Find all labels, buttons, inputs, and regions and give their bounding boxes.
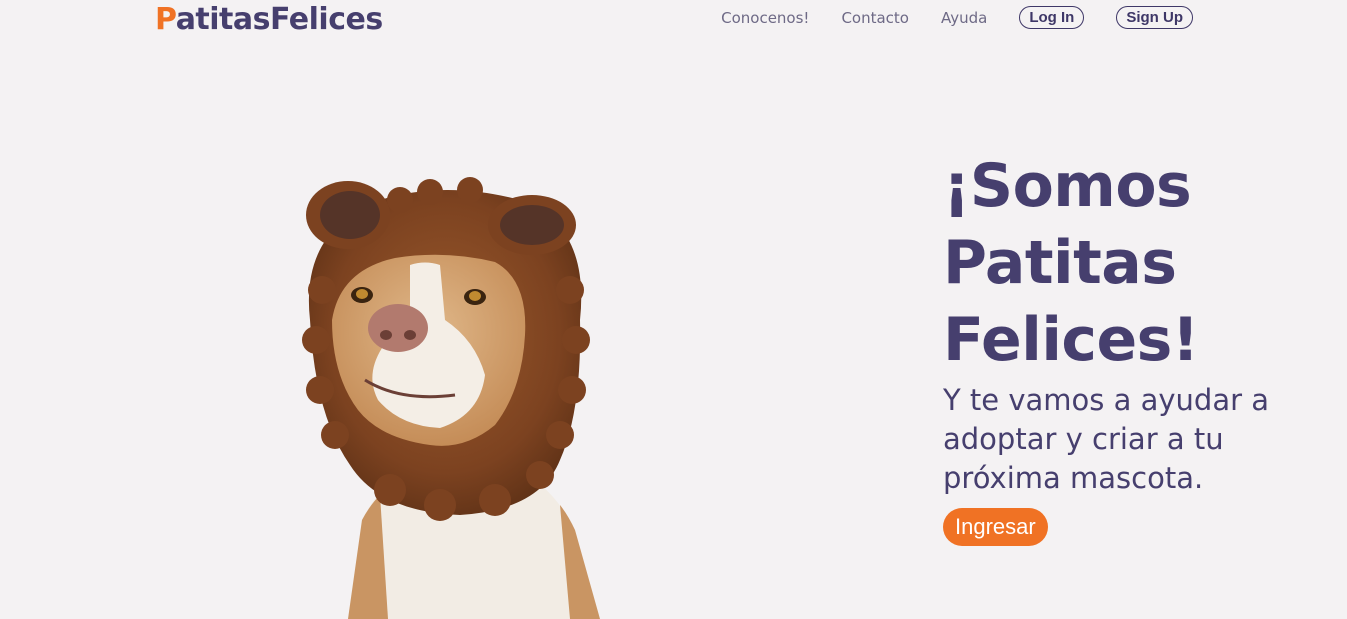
top-nav: Conocenos! Contacto Ayuda Log In Sign Up: [721, 6, 1193, 29]
hero-title-line: Felices!: [943, 305, 1199, 375]
dog-in-bear-hood-image: [302, 177, 600, 619]
hero-subtitle-line: próxima mascota.: [943, 461, 1204, 495]
hero-subtitle-line: adoptar y criar a tu: [943, 422, 1224, 456]
hero-title-line: ¡Somos: [943, 151, 1192, 221]
logo-text: atitasFelices: [175, 2, 384, 37]
hero-title-line: Patitas: [943, 228, 1177, 298]
hero-title: ¡Somos Patitas Felices!: [943, 148, 1333, 379]
nav-link-ayuda[interactable]: Ayuda: [941, 9, 987, 27]
ingresar-button[interactable]: Ingresar: [943, 508, 1048, 546]
logo-initial: P: [155, 2, 176, 37]
login-button[interactable]: Log In: [1019, 6, 1085, 29]
hero-subtitle-line: Y te vamos a ayudar a: [943, 383, 1270, 417]
signup-button[interactable]: Sign Up: [1116, 6, 1193, 29]
hero-subtitle: Y te vamos a ayudar a adoptar y criar a …: [943, 381, 1333, 498]
nav-link-conocenos[interactable]: Conocenos!: [721, 9, 809, 27]
nav-link-contacto[interactable]: Contacto: [841, 9, 909, 27]
hero-section: ¡Somos Patitas Felices! Y te vamos a ayu…: [943, 148, 1333, 546]
brand-logo[interactable]: PatitasFelices: [155, 2, 383, 37]
landing-page: PatitasFelices Conocenos! Contacto Ayuda…: [0, 0, 1347, 619]
